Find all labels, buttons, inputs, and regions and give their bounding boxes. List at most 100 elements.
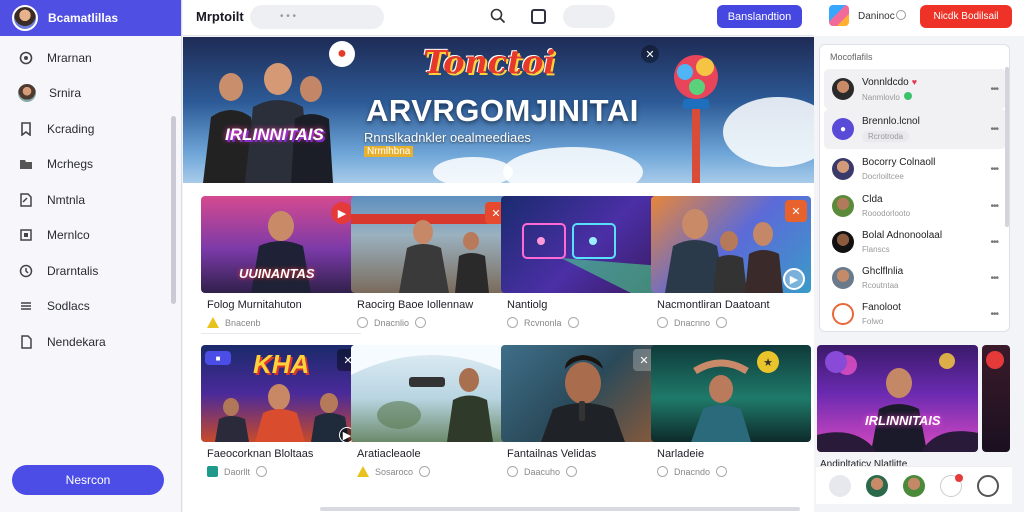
- video-card[interactable]: ★ Narladeie Dnacndo: [651, 345, 811, 487]
- video-thumbnail[interactable]: [351, 345, 511, 442]
- primary-action-button[interactable]: Banslandtion: [717, 5, 802, 28]
- more-options-icon[interactable]: •••: [982, 273, 999, 284]
- home-icon[interactable]: [829, 474, 852, 497]
- video-card[interactable]: UUINANTAS ▶ Folog Murnitahuton Bnacenb: [201, 196, 361, 338]
- sidebar-item-5[interactable]: Nmtnla: [0, 182, 181, 218]
- bookmark-icon: [18, 121, 34, 137]
- card-title[interactable]: Nacmontliran Daatoant: [651, 299, 811, 311]
- info-icon: [657, 317, 668, 328]
- warning-icon: [357, 466, 369, 477]
- edit-icon: [18, 192, 34, 208]
- video-card[interactable]: Nantiolg Rcvnonla: [501, 196, 661, 338]
- play-icon[interactable]: ▶: [783, 268, 805, 290]
- item-chip: Rcrotroda: [862, 131, 910, 142]
- sidebar-scrollbar[interactable]: [171, 116, 176, 304]
- cta-button[interactable]: Nicdk Bodilsail: [920, 5, 1012, 28]
- card-title[interactable]: Aratiacleaole: [351, 448, 511, 460]
- list-item[interactable]: Clda Rooodorlooto •••: [824, 186, 1006, 226]
- sidebar-item-6[interactable]: Mernlco: [0, 218, 181, 254]
- search-input[interactable]: • • •: [250, 5, 384, 29]
- video-thumbnail[interactable]: ✕: [351, 196, 511, 293]
- notifications-icon[interactable]: [939, 473, 963, 497]
- card-meta: Dnacnlio: [351, 317, 511, 328]
- sidebar-item-7[interactable]: Drarntalis: [0, 253, 181, 289]
- main-horizontal-scrollbar[interactable]: [320, 507, 800, 511]
- video-card[interactable]: Aratiacleaole Sosaroco: [351, 345, 511, 487]
- search-icon[interactable]: [490, 8, 506, 24]
- avatar[interactable]: [902, 474, 925, 497]
- video-thumbnail[interactable]: ✕ ▶: [651, 196, 811, 293]
- tag-icon: [207, 466, 218, 477]
- app-root: Bcamatlillas Mrarnan Srnira Kcrading Mcr…: [0, 0, 1024, 512]
- video-thumbnail[interactable]: ★: [651, 345, 811, 442]
- card-title[interactable]: Folog Murnitahuton: [201, 299, 361, 311]
- panel-scrollbar[interactable]: [1005, 67, 1009, 227]
- play-icon[interactable]: ▶: [331, 202, 353, 224]
- card-title[interactable]: Fantailnas Velidas: [501, 448, 661, 460]
- more-options-icon[interactable]: •••: [982, 309, 999, 320]
- avatar[interactable]: [866, 474, 889, 497]
- list-item[interactable]: Bocorry Colnaoll Docrloiltcee •••: [824, 149, 1006, 189]
- card-title[interactable]: Narladeie: [651, 448, 811, 460]
- avatar[interactable]: [12, 5, 38, 31]
- heart-icon: ♥: [911, 76, 918, 87]
- card-title[interactable]: Faeocorknan Bloltaas: [201, 448, 361, 460]
- video-card[interactable]: ✕ ▶ Nacmontliran Daatoant Dnacnno: [651, 196, 811, 338]
- list-item[interactable]: Vonnldcdo ♥ Nanmlovlo •••: [824, 69, 1006, 109]
- video-card[interactable]: ✕ Fantailnas Velidas Daacuho: [501, 345, 661, 487]
- more-options-icon[interactable]: •••: [982, 84, 999, 95]
- list-item[interactable]: Fanoloot Folwo •••: [824, 294, 1006, 334]
- video-thumbnail[interactable]: UUINANTAS ▶: [201, 196, 361, 293]
- list-item[interactable]: Ghclflnlia Rcoutntaa •••: [824, 258, 1006, 298]
- video-thumbnail[interactable]: [501, 196, 661, 293]
- video-thumbnail[interactable]: KHA ■ ✕ ▶: [201, 345, 361, 442]
- meta-label: Dnacnlio: [374, 317, 410, 328]
- avatar: [832, 303, 854, 325]
- app-logo-icon[interactable]: [829, 5, 849, 26]
- close-icon[interactable]: ✕: [641, 45, 659, 63]
- checkbox-button[interactable]: [531, 9, 546, 24]
- right-header-label[interactable]: Daninoc: [858, 11, 895, 22]
- brand-title[interactable]: Mrptoilt: [196, 9, 244, 24]
- list-item[interactable]: ● Brennlo.lcnol Rcrotroda •••: [824, 109, 1006, 149]
- card-title[interactable]: Nantiolg: [501, 299, 661, 311]
- hero-logo: Tonctoi: [423, 43, 556, 81]
- list-item[interactable]: Bolal Adnonoolaal Flanscs •••: [824, 222, 1006, 262]
- cloud-shape: [433, 157, 513, 183]
- play-icon[interactable]: [986, 351, 1004, 369]
- avatar: [825, 351, 847, 373]
- close-icon[interactable]: ✕: [785, 200, 807, 222]
- list-item-text: Vonnldcdo ♥ Nanmlovlo: [862, 77, 974, 102]
- target-icon: [18, 50, 34, 66]
- sidebar-item-8[interactable]: Sodlacs: [0, 289, 181, 325]
- hero-banner[interactable]: IRLINNITAIS ● Tonctoi ARVRGOMJINITAI Rnn…: [183, 37, 814, 183]
- video-card[interactable]: ✕ Raocirg Baoe Iollennaw Dnacnlio: [351, 196, 511, 338]
- video-thumbnail[interactable]: ✕: [501, 345, 661, 442]
- more-options-icon[interactable]: •••: [982, 164, 999, 175]
- live-thumbnail[interactable]: IRLINNITAIS: [817, 345, 978, 452]
- item-sub: Docrloiltcee: [862, 172, 904, 181]
- more-options-icon[interactable]: •••: [982, 237, 999, 248]
- sidebar-item-1[interactable]: Mrarnan: [0, 40, 181, 76]
- info-icon: [507, 317, 518, 328]
- item-name: Brennlo.lcnol: [862, 116, 920, 127]
- item-sub: Rcrotroda: [862, 131, 974, 142]
- meta-label: Daorllt: [224, 466, 251, 477]
- filter-pill[interactable]: [563, 5, 615, 28]
- more-options-icon[interactable]: •••: [982, 201, 999, 212]
- sidebar-item-4[interactable]: Mcrhegs: [0, 147, 181, 183]
- live-thumbnail-partial[interactable]: [982, 345, 1010, 452]
- hero-subtitle: Rnnslkadnkler oealmeediaes: [364, 130, 531, 145]
- video-card[interactable]: KHA ■ ✕ ▶ Faeocorknan Bloltaas Daorllt: [201, 345, 361, 487]
- sidebar-item-9[interactable]: Nendekara: [0, 324, 181, 360]
- sidebar-bottom-button[interactable]: Nesrcon: [12, 465, 164, 495]
- card-title[interactable]: Raocirg Baoe Iollennaw: [351, 299, 511, 311]
- main-content: IRLINNITAIS ● Tonctoi ARVRGOMJINITAI Rnn…: [183, 37, 814, 512]
- more-options-icon[interactable]: •••: [982, 124, 999, 135]
- status-icon: [896, 10, 906, 20]
- list-item-text: Bocorry Colnaoll Docrloiltcee: [862, 157, 974, 181]
- sidebar-item-3[interactable]: Kcrading: [0, 111, 181, 147]
- panel-title: Mocoflafils: [830, 52, 873, 62]
- sidebar-item-2[interactable]: Srnira: [0, 76, 181, 112]
- profile-icon[interactable]: [976, 474, 999, 497]
